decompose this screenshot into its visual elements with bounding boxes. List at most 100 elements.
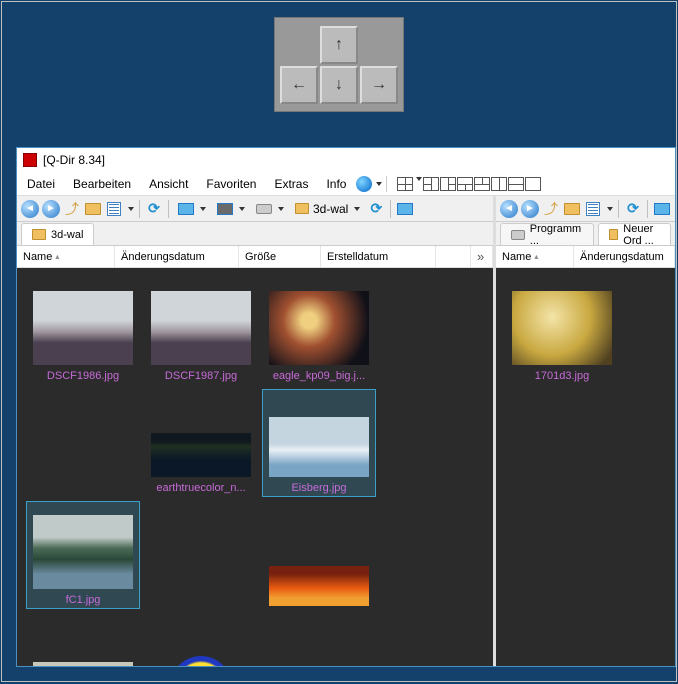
file-label: DSCF1986.jpg (47, 370, 119, 382)
chevron-down-icon (239, 207, 245, 211)
chevron-down-icon (278, 207, 284, 211)
file-label: eagle_kp09_big.j... (273, 370, 365, 382)
qdir-window: [Q-Dir 8.34] Datei Bearbeiten Ansicht Fa… (16, 147, 676, 667)
tab-label: Programm ... (530, 223, 584, 247)
layout-3l[interactable] (423, 177, 439, 191)
file-item[interactable]: DSCF1986.jpg (27, 278, 139, 384)
file-item-selected[interactable]: fC1.jpg (27, 502, 139, 608)
refresh-button[interactable]: ⟳ (624, 200, 642, 218)
left-columns: Name▴ Änderungsdatum Größe Erstelldatum … (17, 246, 493, 268)
col-modified[interactable]: Änderungsdatum (574, 246, 675, 267)
col-more[interactable]: » (471, 246, 493, 267)
view-mode-button[interactable] (105, 200, 123, 218)
layout-buttons (397, 177, 541, 191)
right-toolbar: ◄ ► ⤴ ⟳ (496, 196, 675, 222)
thumbnail-icon (33, 662, 133, 666)
sort-asc-icon: ▴ (55, 252, 59, 261)
folder-icon (609, 229, 618, 240)
col-created[interactable]: Erstelldatum (321, 246, 436, 267)
layout-2h[interactable] (508, 177, 524, 191)
nav-forward-button[interactable]: ► (42, 200, 60, 218)
refresh-button[interactable]: ⟳ (367, 200, 385, 218)
arrow-key-down: ↓ (320, 66, 358, 104)
folder-open-button[interactable] (563, 200, 581, 218)
tab-newfolder[interactable]: Neuer Ord ... (598, 223, 671, 245)
menu-favorites[interactable]: Favoriten (198, 175, 264, 193)
folder-open-button[interactable] (84, 200, 102, 218)
right-file-grid[interactable]: 1701d3.jpg (496, 268, 675, 666)
file-label: Eisberg.jpg (291, 482, 346, 494)
right-columns: Name▴ Änderungsdatum (496, 246, 675, 268)
thumbnail-icon (151, 433, 251, 477)
file-label: earthtruecolor_n... (156, 482, 245, 494)
layout-3r[interactable] (440, 177, 456, 191)
thumbnail-icon (33, 291, 133, 365)
monitor-icon (178, 203, 194, 215)
monitor-icon (397, 203, 413, 215)
col-name[interactable]: Name▴ (496, 246, 574, 267)
layout-1[interactable] (525, 177, 541, 191)
file-item[interactable]: DSCF1987.jpg (145, 278, 257, 384)
file-item[interactable] (145, 614, 257, 666)
breadcrumb-computer[interactable] (213, 199, 249, 219)
tab-3dwal[interactable]: 3d-wal (21, 223, 94, 245)
breadcrumb-drive[interactable] (252, 199, 288, 219)
chevron-down-icon (354, 207, 360, 211)
nav-back-button[interactable]: ◄ (500, 200, 518, 218)
file-label: DSCF1987.jpg (165, 370, 237, 382)
file-item[interactable] (27, 614, 139, 666)
col-size[interactable]: Größe (239, 246, 321, 267)
menu-view[interactable]: Ansicht (141, 175, 196, 193)
chevron-down-icon[interactable] (376, 182, 382, 186)
layout-4[interactable] (397, 177, 413, 191)
chevron-down-icon[interactable] (416, 177, 422, 181)
menubar: Datei Bearbeiten Ansicht Favoriten Extra… (17, 172, 675, 196)
file-item-selected[interactable]: Eisberg.jpg (263, 390, 375, 496)
left-toolbar: ◄ ► ⤴ ⟳ 3d-wal ⟳ (17, 196, 493, 222)
breadcrumb-desktop[interactable] (174, 199, 210, 219)
chevron-down-icon[interactable] (128, 207, 134, 211)
arrow-key-left: ← (280, 66, 318, 104)
col-modified[interactable]: Änderungsdatum (115, 246, 239, 267)
folder-up-button[interactable]: ⤴ (63, 200, 81, 218)
menu-info[interactable]: Info (318, 175, 354, 193)
refresh-button[interactable]: ⟳ (145, 200, 163, 218)
file-item[interactable]: 1701d3.jpg (506, 278, 618, 384)
layout-2v[interactable] (491, 177, 507, 191)
col-name[interactable]: Name▴ (17, 246, 115, 267)
app-icon (23, 153, 37, 167)
left-file-grid[interactable]: DSCF1986.jpg DSCF1987.jpg eagle_kp09_big… (17, 268, 493, 666)
layout-3b[interactable] (457, 177, 473, 191)
thumbnail-icon (151, 291, 251, 365)
tab-program[interactable]: Programm ... (500, 223, 594, 245)
arrow-key-up: ↑ (320, 26, 358, 64)
chevron-down-icon (200, 207, 206, 211)
thumbnail-icon (33, 515, 133, 589)
view-mode-button[interactable] (396, 200, 414, 218)
titlebar[interactable]: [Q-Dir 8.34] (17, 148, 675, 172)
layout-3t[interactable] (474, 177, 490, 191)
nav-forward-button[interactable]: ► (521, 200, 539, 218)
file-label: fC1.jpg (66, 594, 101, 606)
breadcrumb-label: 3d-wal (313, 202, 348, 216)
tab-label: Neuer Ord ... (623, 223, 660, 247)
nav-back-button[interactable]: ◄ (21, 200, 39, 218)
breadcrumb-folder[interactable]: 3d-wal (291, 199, 364, 219)
menu-file[interactable]: Datei (19, 175, 63, 193)
folder-up-button[interactable]: ⤴ (542, 200, 560, 218)
file-item[interactable] (263, 502, 375, 608)
file-item[interactable]: eagle_kp09_big.j... (263, 278, 375, 384)
thumbnail-icon (269, 566, 369, 606)
breadcrumb-desktop[interactable] (653, 200, 671, 218)
thumbnail-icon (269, 291, 369, 365)
view-mode-button[interactable] (584, 200, 602, 218)
globe-icon[interactable] (356, 176, 372, 192)
chevron-down-icon[interactable] (607, 207, 613, 211)
menu-edit[interactable]: Bearbeiten (65, 175, 139, 193)
menu-extras[interactable]: Extras (266, 175, 316, 193)
window-title: [Q-Dir 8.34] (43, 153, 105, 167)
pane-left: ◄ ► ⤴ ⟳ 3d-wal ⟳ (17, 196, 496, 666)
tab-label: 3d-wal (51, 229, 83, 241)
thumbnail-icon (269, 417, 369, 477)
file-item[interactable]: earthtruecolor_n... (145, 390, 257, 496)
